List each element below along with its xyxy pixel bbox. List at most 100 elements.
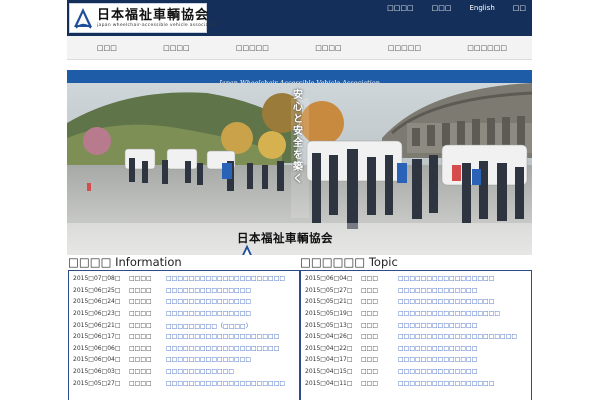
item-category: □□□ xyxy=(361,275,379,283)
item-category: □□□□ xyxy=(129,310,152,318)
list-item: 2015□06□24□ □□□□ □□□□□□□□□□□□□□□ xyxy=(73,296,299,308)
nav-item-4[interactable]: □□□□ xyxy=(315,44,341,52)
util-link-1[interactable]: □□□□ xyxy=(387,4,413,12)
item-date: 2015□05□13□ xyxy=(305,321,353,329)
item-category: □□□□ xyxy=(129,356,152,364)
wheelchair-logo-icon xyxy=(242,244,252,255)
item-link[interactable]: □□□□□□□□□□□□□□□ xyxy=(166,287,251,294)
item-date: 2015□05□19□ xyxy=(305,310,353,318)
info-list: 2015□07□08□ □□□□ □□□□□□□□□□□□□□□□□□□□□ 201… xyxy=(68,270,300,400)
site-logo[interactable]: 日本福祉車輌協会 japan wheelchair-accessible veh… xyxy=(69,3,218,33)
item-link[interactable]: □□□□□□□□□□□□□□□□□□□□ xyxy=(166,345,279,352)
item-link[interactable]: □□□□□□□□□□□□□□ xyxy=(398,356,477,363)
item-date: 2015□06□23□ xyxy=(73,310,121,318)
nav-item-6[interactable]: □□□□□□ xyxy=(467,44,507,52)
list-item: 2015□06□06□ □□□□ □□□□□□□□□□□□□□□□□□□□ xyxy=(73,343,299,355)
topic-list: 2015□06□04□ □□□ □□□□□□□□□□□□□□□□□ 2015□05□… xyxy=(300,270,532,400)
util-link-4[interactable]: □□ xyxy=(513,4,526,12)
item-link[interactable]: □□□□□□□□□□□□□□□□□ xyxy=(398,380,494,387)
item-category: □□□□ xyxy=(129,275,152,283)
item-link[interactable]: □□□□□□□□□□□□□□□□□□□□ xyxy=(166,333,279,340)
item-category: □□□ xyxy=(361,356,379,364)
list-item: 2015□06□17□ □□□□ □□□□□□□□□□□□□□□□□□□□ xyxy=(73,331,299,343)
item-date: 2015□06□03□ xyxy=(73,368,121,376)
list-item: 2015□07□08□ □□□□ □□□□□□□□□□□□□□□□□□□□□ xyxy=(73,273,299,285)
info-panel: □□□□ Information 2015□07□08□ □□□□ □□□□□□□□… xyxy=(68,256,300,400)
utility-nav: □□□□ □□□ English □□ xyxy=(387,4,526,12)
list-item: 2015□05□27□ □□□ □□□□□□□□□□□□□□ xyxy=(305,285,531,297)
item-date: 2015□06□25□ xyxy=(73,286,121,294)
list-item: 2015□05□13□ □□□ □□□□□□□□□□□□□□ xyxy=(305,319,531,331)
item-link[interactable]: □□□□□□□□□□□□□□□ xyxy=(166,310,251,317)
item-link[interactable]: □□□□□□□□□□□□□□ xyxy=(398,287,477,294)
item-date: 2015□06□21□ xyxy=(73,321,121,329)
logo-subtitle: japan wheelchair-accessible vehicle asso… xyxy=(97,22,219,28)
util-link-english[interactable]: English xyxy=(469,4,494,12)
item-category: □□□ xyxy=(361,333,379,341)
item-link[interactable]: □□□□□□□□□□□□□□□□□□□□□ xyxy=(166,275,285,282)
item-link[interactable]: □□□□□□□□□□□□□□□ xyxy=(166,356,251,363)
item-date: 2015□06□24□ xyxy=(73,298,121,306)
item-category: □□□□ xyxy=(129,344,152,352)
hero-banner: Japan Wheelchair-Accessible Vehicle Asso… xyxy=(67,70,532,255)
topic-title: □□□□□□ Topic xyxy=(300,255,398,269)
item-date: 2015□04□11□ xyxy=(305,379,353,387)
item-date: 2015□04□15□ xyxy=(305,368,353,376)
topic-panel: □□□□□□ Topic 2015□06□04□ □□□ □□□□□□□□□□□□□… xyxy=(300,256,532,400)
nav-item-2[interactable]: □□□□ xyxy=(163,44,189,52)
item-category: □□□□ xyxy=(129,368,152,376)
item-link[interactable]: □□□□□□□□□□□□ xyxy=(166,368,234,375)
list-item: 2015□05□21□ □□□ □□□□□□□□□□□□□□□□□ xyxy=(305,296,531,308)
list-item: 2015□06□04□ □□□□ □□□□□□□□□□□□□□□ xyxy=(73,354,299,366)
item-link[interactable]: □□□□□□□□□□□□□□ xyxy=(398,345,477,352)
nav-item-3[interactable]: □□□□□ xyxy=(236,44,269,52)
item-link[interactable]: □□□□□□□□□□□□□□□□□□□□□ xyxy=(398,333,517,340)
item-category: □□□□ xyxy=(129,333,152,341)
site-header: 日本福祉車輌協会 japan wheelchair-accessible veh… xyxy=(67,0,532,36)
banner-strip: Japan Wheelchair-Accessible Vehicle Asso… xyxy=(67,70,532,87)
item-date: 2015□04□26□ xyxy=(305,333,353,341)
item-category: □□□□ xyxy=(129,321,152,329)
item-date: 2015□05□27□ xyxy=(305,286,353,294)
list-item: 2015□06□21□ □□□□ □□□□□□□□□（□□□□） xyxy=(73,319,299,331)
item-date: 2015□06□17□ xyxy=(73,333,121,341)
list-item: 2015□04□15□ □□□ □□□□□□□□□□□□□□ xyxy=(305,366,531,378)
item-category: □□□□ xyxy=(129,379,152,387)
banner-slogan: 安心と安全を築く xyxy=(293,90,303,185)
item-date: 2015□06□04□ xyxy=(305,275,353,283)
item-category: □□□ xyxy=(361,344,379,352)
nav-item-1[interactable]: □□□ xyxy=(97,44,117,52)
list-item: 2015□05□19□ □□□ □□□□□□□□□□□□□□□□□□ xyxy=(305,308,531,320)
item-link[interactable]: □□□□□□□□□□□□□□ xyxy=(398,368,477,375)
item-link[interactable]: □□□□□□□□□□□□□□□□□□ xyxy=(398,310,500,317)
item-date: 2015□05□21□ xyxy=(305,298,353,306)
main-nav: □□□ □□□□ □□□□□ □□□□ □□□□□ □□□□□□ xyxy=(67,36,532,60)
item-category: □□□□ xyxy=(129,286,152,294)
item-link[interactable]: □□□□□□□□□□□□□□□ xyxy=(166,298,251,305)
item-category: □□□ xyxy=(361,298,379,306)
item-date: 2015□06□06□ xyxy=(73,344,121,352)
list-item: 2015□04□17□ □□□ □□□□□□□□□□□□□□ xyxy=(305,354,531,366)
nav-item-5[interactable]: □□□□□ xyxy=(388,44,421,52)
item-date: 2015□06□04□ xyxy=(73,356,121,364)
item-date: 2015□04□17□ xyxy=(305,356,353,364)
item-category: □□□ xyxy=(361,310,379,318)
item-link[interactable]: □□□□□□□□□□□□□□□□□□□□□ xyxy=(166,380,285,387)
item-link[interactable]: □□□□□□□□□□□□□□ xyxy=(398,322,477,329)
list-item: 2015□05□27□ □□□□ □□□□□□□□□□□□□□□□□□□□□ xyxy=(73,377,299,389)
list-item: 2015□06□25□ □□□□ □□□□□□□□□□□□□□□ xyxy=(73,285,299,297)
item-link[interactable]: □□□□□□□□□（□□□□） xyxy=(166,321,252,330)
item-link[interactable]: □□□□□□□□□□□□□□□□□ xyxy=(398,275,494,282)
item-link[interactable]: □□□□□□□□□□□□□□□□□ xyxy=(398,298,494,305)
list-item: 2015□04□26□ □□□ □□□□□□□□□□□□□□□□□□□□□ xyxy=(305,331,531,343)
list-item: 2015□06□23□ □□□□ □□□□□□□□□□□□□□□ xyxy=(73,308,299,320)
util-link-2[interactable]: □□□ xyxy=(432,4,452,12)
logo-title: 日本福祉車輌協会 xyxy=(97,7,210,23)
item-category: □□□ xyxy=(361,286,379,294)
list-item: 2015□06□04□ □□□ □□□□□□□□□□□□□□□□□ xyxy=(305,273,531,285)
list-item: 2015□06□03□ □□□□ □□□□□□□□□□□□ xyxy=(73,366,299,378)
item-date: 2015□05□27□ xyxy=(73,379,121,387)
info-title: □□□□ Information xyxy=(68,255,182,269)
item-category: □□□ xyxy=(361,321,379,329)
banner-logo: 日本福祉車輌協会 xyxy=(237,230,333,255)
